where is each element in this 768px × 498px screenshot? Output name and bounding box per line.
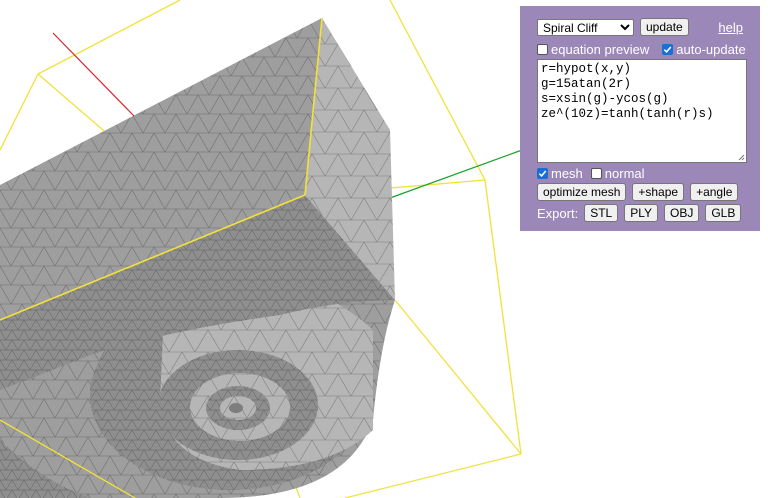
mesh-checkbox[interactable]	[537, 167, 548, 179]
auto-update-label: auto-update	[676, 41, 746, 57]
normal-checkbox[interactable]	[590, 167, 602, 179]
control-panel: Spiral Cliff update help equation previe…	[520, 6, 760, 231]
export-obj-button[interactable]: OBJ	[664, 204, 700, 222]
export-ply-button[interactable]: PLY	[624, 204, 658, 222]
mesh-label: mesh	[551, 165, 583, 181]
equation-textarea[interactable]: r=hypot(x,y) g=15atan(2r) s=xsin(g)-ycos(g…	[537, 59, 747, 163]
equation-line: ze^(10z)=tanh(tanh(r)s)	[541, 107, 714, 121]
y-axis-line	[389, 149, 523, 199]
resize-grip-icon[interactable]	[738, 154, 745, 161]
add-shape-button[interactable]: +shape	[632, 183, 685, 201]
equation-line: g=15atan(2r)	[541, 77, 632, 91]
check-icon	[538, 169, 547, 177]
export-stl-button[interactable]: STL	[584, 204, 619, 222]
equation-preview-label: equation preview	[551, 41, 650, 57]
equation-line: r=hypot(x,y)	[541, 62, 632, 76]
update-button[interactable]: update	[640, 18, 689, 36]
export-glb-button[interactable]: GLB	[705, 204, 742, 222]
add-angle-button[interactable]: +angle	[690, 183, 739, 201]
normal-label: normal	[604, 165, 645, 181]
equation-preview-checkbox[interactable]	[537, 43, 548, 55]
help-link[interactable]: help	[718, 20, 743, 35]
equation-line: s=xsin(g)-ycos(g)	[541, 92, 669, 106]
export-label: Export:	[537, 205, 579, 221]
check-icon	[664, 45, 672, 53]
auto-update-checkbox[interactable]	[662, 43, 674, 55]
optimize-mesh-button[interactable]: optimize mesh	[537, 183, 627, 201]
shape-select[interactable]: Spiral Cliff	[537, 18, 634, 36]
